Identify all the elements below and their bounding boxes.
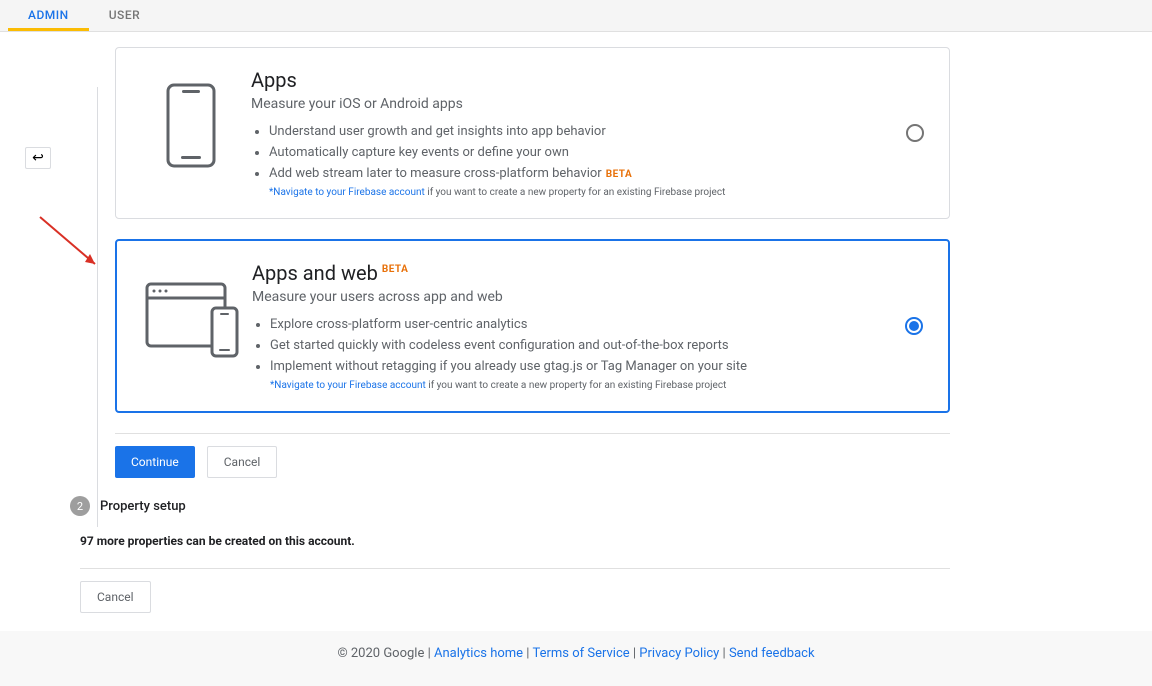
back-arrow-icon: ↩ (32, 150, 44, 166)
card-bullet: Understand user growth and get insights … (269, 124, 919, 139)
card-title: Apps (251, 68, 919, 92)
radio-apps[interactable] (906, 124, 924, 142)
firebase-link[interactable]: *Navigate to your Firebase account (270, 380, 426, 391)
top-tabs: ADMIN USER (0, 0, 1152, 32)
tab-admin[interactable]: ADMIN (8, 0, 89, 31)
page-footer: © 2020 Google | Analytics home | Terms o… (0, 631, 1152, 686)
tab-user[interactable]: USER (89, 0, 160, 31)
card-bullet: Implement without retagging if you alrea… (270, 359, 918, 374)
step-2-header: 2 Property setup (70, 496, 950, 516)
card-bullet: Automatically capture key events or defi… (269, 145, 919, 160)
divider (115, 433, 950, 434)
firebase-link[interactable]: *Navigate to your Firebase account (269, 187, 425, 198)
cancel-button[interactable]: Cancel (207, 446, 278, 478)
card-bullet: Explore cross-platform user-centric anal… (270, 317, 918, 332)
option-card-apps[interactable]: Apps Measure your iOS or Android apps Un… (115, 47, 950, 219)
continue-button[interactable]: Continue (115, 446, 195, 478)
phone-icon (141, 68, 241, 168)
option-card-apps-and-web[interactable]: Apps and webBETA Measure your users acro… (115, 239, 950, 413)
firebase-note: *Navigate to your Firebase account if yo… (269, 187, 919, 198)
cancel-button-bottom[interactable]: Cancel (80, 581, 151, 613)
footer-link-tos[interactable]: Terms of Service (532, 646, 629, 661)
firebase-note: *Navigate to your Firebase account if yo… (270, 380, 918, 391)
card-title: Apps and webBETA (252, 261, 918, 285)
card-bullet: Add web stream later to measure cross-pl… (269, 166, 919, 181)
browser-phone-icon (142, 261, 242, 361)
step-connector-line (97, 87, 98, 527)
back-button[interactable]: ↩ (25, 147, 51, 169)
footer-link-privacy[interactable]: Privacy Policy (639, 646, 719, 661)
radio-apps-and-web[interactable] (905, 317, 923, 335)
card-bullet: Get started quickly with codeless event … (270, 338, 918, 353)
copyright-text: © 2020 Google | (337, 646, 434, 661)
divider (80, 568, 950, 569)
step-number-icon: 2 (70, 496, 90, 516)
footer-link-home[interactable]: Analytics home (434, 646, 523, 661)
property-limit-note: 97 more properties can be created on thi… (80, 534, 950, 548)
beta-badge: BETA (606, 169, 633, 180)
step-label: Property setup (100, 499, 186, 514)
card-subtitle: Measure your iOS or Android apps (251, 96, 919, 112)
beta-badge: BETA (382, 264, 409, 275)
footer-link-feedback[interactable]: Send feedback (729, 646, 815, 661)
card-subtitle: Measure your users across app and web (252, 289, 918, 305)
